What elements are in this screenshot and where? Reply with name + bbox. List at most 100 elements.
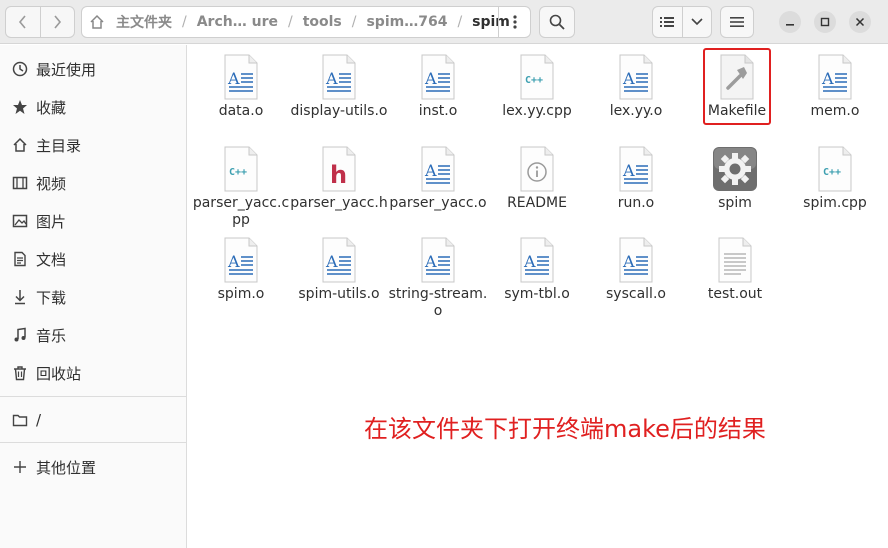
text-file-icon: A [619,237,653,283]
file-item[interactable]: spim [685,145,785,212]
file-name: mem.o [810,103,860,119]
file-name: spim [718,195,752,211]
file-item[interactable]: test.out [685,236,785,303]
svg-text:A: A [424,69,437,88]
svg-text:A: A [325,252,338,271]
path-segment-home[interactable]: 主文件夹 [110,12,178,32]
header-bar: 主文件夹 / Arch… ure / tools / spim…764 / sp… [0,0,888,44]
file-name: lex.yy.cpp [502,103,572,119]
plain-text-file-icon [718,237,752,283]
path-menu-button[interactable] [498,7,530,37]
file-name: inst.o [418,103,458,119]
path-bar: 主文件夹 / Arch… ure / tools / spim…764 / sp… [81,6,531,38]
main-menu-button[interactable] [720,6,754,38]
sidebar-item-pictures[interactable]: 图片 [0,203,186,239]
file-item[interactable]: C++ spim.cpp [785,145,885,212]
forward-button[interactable] [39,7,74,37]
svg-text:A: A [227,69,240,88]
search-button[interactable] [539,6,575,38]
file-item[interactable]: A syscall.o [586,236,686,303]
plus-icon [10,460,30,474]
makefile-icon [720,54,754,100]
minimize-icon [786,24,794,26]
sidebar-item-starred[interactable]: 收藏 [0,89,186,125]
file-item[interactable]: A mem.o [785,53,885,120]
sidebar-item-root[interactable]: / [0,402,186,438]
maximize-button[interactable] [814,11,836,33]
sidebar-item-music[interactable]: 音乐 [0,317,186,353]
maximize-icon [820,17,830,27]
cpp-file-icon: C++ [224,146,258,192]
file-item-highlighted[interactable]: Makefile [703,48,771,125]
annotation-note: 在该文件夹下打开终端make后的结果 [364,415,766,443]
sidebar-item-home[interactable]: 主目录 [0,127,186,163]
cpp-file-icon: C++ [520,54,554,100]
text-file-icon: A [224,54,258,100]
sidebar: 最近使用 收藏 主目录 视频 图片 文档 下载 音乐 回收站 / 其他位置 [0,45,187,548]
film-icon [10,175,30,191]
file-name: README [507,195,567,211]
vertical-ellipsis-icon [512,15,517,29]
view-dropdown-button[interactable] [681,7,711,37]
file-name: run.o [617,195,655,211]
file-item[interactable]: A sym-tbl.o [487,236,587,303]
file-item[interactable]: h parser_yacc.h [289,145,389,212]
svg-text:A: A [325,69,338,88]
file-item[interactable]: A data.o [191,53,291,120]
sidebar-item-label: 文档 [36,250,67,269]
file-item[interactable]: A spim.o [191,236,291,303]
svg-text:A: A [622,252,635,271]
file-manager-window: 主文件夹 / Arch… ure / tools / spim…764 / sp… [0,0,888,548]
sidebar-item-label: / [36,411,42,429]
path-segment-tools[interactable]: tools [297,14,348,30]
file-item[interactable]: A string-stream.o [388,236,488,320]
folder-icon [10,412,30,428]
sidebar-item-recent[interactable]: 最近使用 [0,51,186,87]
file-item[interactable]: C++ parser_yacc.cpp [191,145,291,229]
svg-text:A: A [227,252,240,271]
sidebar-item-downloads[interactable]: 下载 [0,279,186,315]
list-view-button[interactable] [653,7,682,37]
close-button[interactable] [849,11,871,33]
back-button[interactable] [6,7,40,37]
search-icon [549,14,565,30]
text-file-icon: A [421,54,455,100]
sidebar-item-label: 下载 [36,288,67,307]
star-icon [10,99,30,115]
file-name: sym-tbl.o [504,286,570,302]
sidebar-item-documents[interactable]: 文档 [0,241,186,277]
text-file-icon: A [619,146,653,192]
home-icon [84,14,110,30]
cpp-file-icon: C++ [818,146,852,192]
minimize-button[interactable] [779,11,801,33]
svg-text:A: A [622,161,635,180]
text-file-icon: A [322,54,356,100]
sidebar-item-label: 音乐 [36,326,67,345]
path-segment-architecture[interactable]: Arch… ure [191,14,284,30]
file-item[interactable]: A spim-utils.o [289,236,389,303]
sidebar-item-videos[interactable]: 视频 [0,165,186,201]
svg-text:A: A [424,252,437,271]
text-file-icon: A [619,54,653,100]
svg-text:A: A [424,161,437,180]
sidebar-item-trash[interactable]: 回收站 [0,355,186,391]
file-grid: A data.o A display-utils.o A inst.o C++ … [188,45,888,548]
sidebar-item-other-locations[interactable]: 其他位置 [0,449,186,485]
file-name: test.out [707,286,763,302]
chevron-right-icon [54,15,62,29]
file-item[interactable]: A parser_yacc.o [388,145,488,212]
file-item[interactable]: README [487,145,587,212]
file-name: spim.o [217,286,265,302]
image-icon [10,213,30,229]
path-segment-spim-version[interactable]: spim…764 [360,14,453,30]
file-item[interactable]: A display-utils.o [289,53,389,120]
file-item[interactable]: A inst.o [388,53,488,120]
file-item[interactable]: C++ lex.yy.cpp [487,53,587,120]
navigation-buttons [5,6,75,38]
file-item[interactable]: A run.o [586,145,686,212]
file-name: parser_yacc.cpp [192,195,290,228]
file-item[interactable]: A lex.yy.o [586,53,686,120]
close-icon [855,17,865,27]
sidebar-item-label: 最近使用 [36,60,97,79]
svg-text:A: A [523,252,536,271]
